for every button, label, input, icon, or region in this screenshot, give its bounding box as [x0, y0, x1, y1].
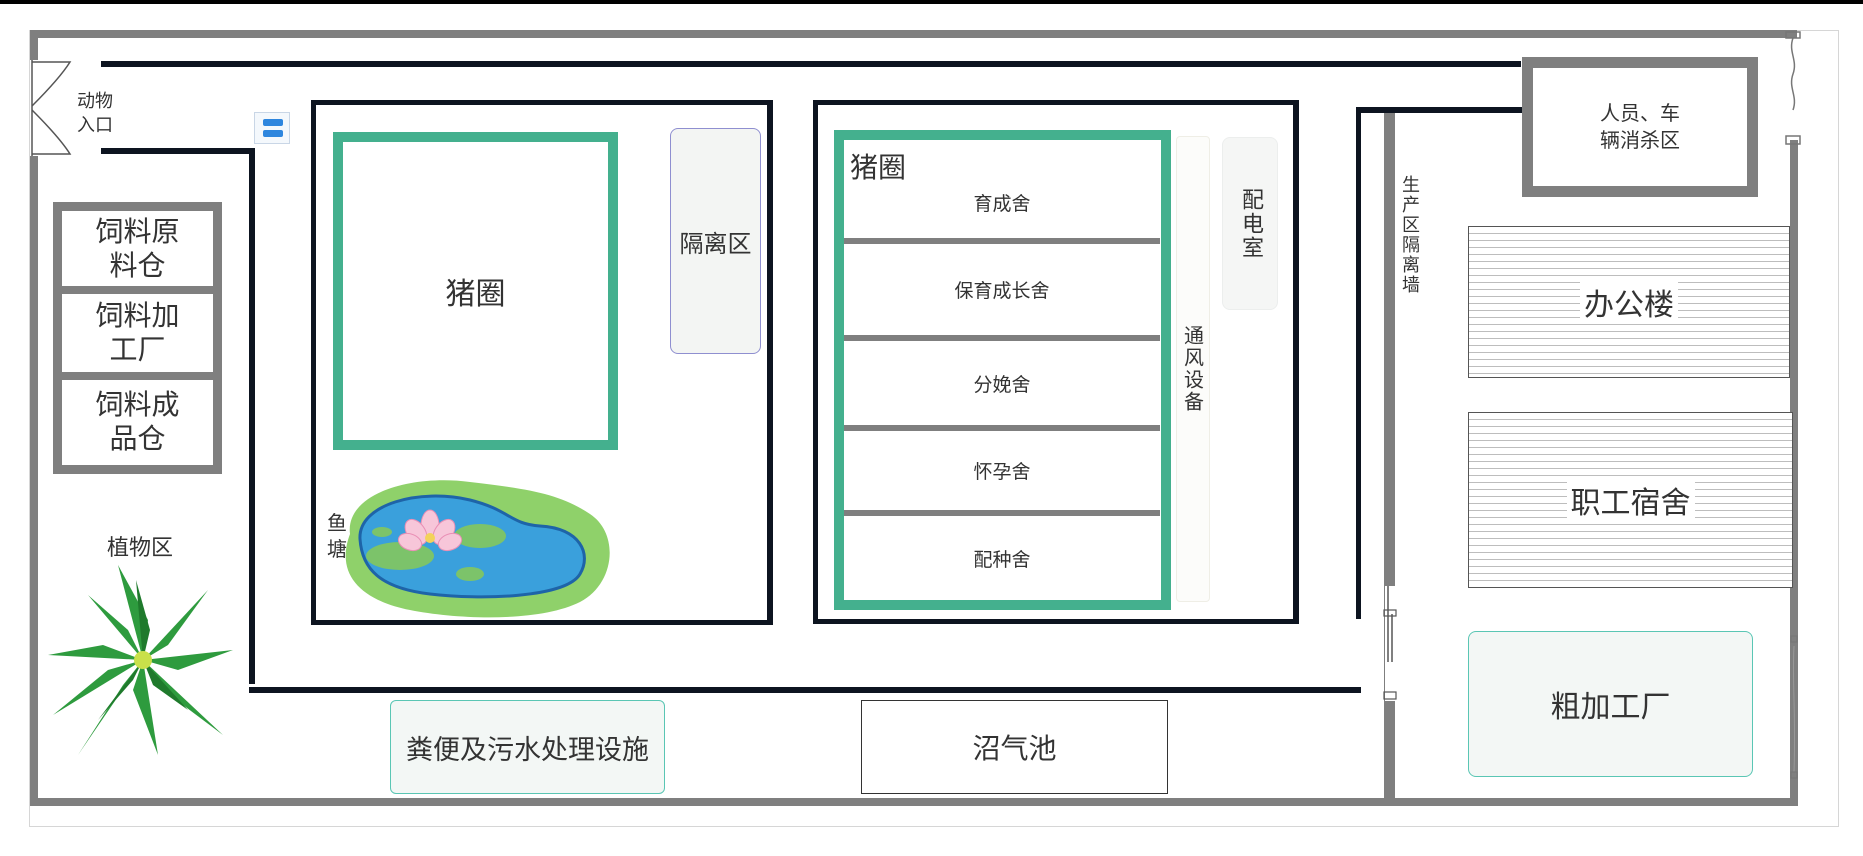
- server-icon: [254, 112, 290, 144]
- barn-gestation: 怀孕舍: [973, 461, 1031, 483]
- feed-factory: 饲料加 工厂: [95, 299, 180, 366]
- plant-icon: [48, 565, 233, 755]
- right-compound-top: [813, 100, 1299, 105]
- ventilation-equipment: 通风设备: [1176, 136, 1210, 602]
- road-wall-right: [1356, 107, 1361, 619]
- page-frame: [0, 0, 1863, 4]
- manure-treatment-label: 粪便及污水处理设施: [406, 734, 649, 766]
- left-compound-top: [311, 100, 771, 105]
- right-compound-right: [1293, 100, 1299, 624]
- right-compound-left: [813, 100, 818, 624]
- feed-divider: [53, 372, 222, 380]
- road-wall-entrance: [101, 148, 255, 154]
- isolation-area: 隔离区: [670, 128, 761, 354]
- pigpen-left-label: 猪圈: [445, 277, 506, 312]
- boundary-bottom: [30, 798, 1798, 806]
- feed-product-warehouse: 饲料成 品仓: [95, 388, 180, 455]
- isolation-area-label: 隔离区: [679, 229, 752, 258]
- barn-breeding: 配种舍: [973, 548, 1031, 571]
- left-compound-left: [311, 100, 316, 624]
- barn-farrowing: 分娩舍: [973, 373, 1031, 396]
- barn-nursery: 保育成长舍: [954, 280, 1050, 302]
- feed-raw-warehouse: 饲料原 料仓: [95, 215, 180, 282]
- left-compound-bottom: [311, 620, 773, 625]
- left-compound-right: [767, 100, 773, 624]
- pond-icon: [345, 480, 610, 618]
- biogas-tank: 沼气池: [861, 700, 1168, 794]
- plant-area-label: 植物区: [106, 536, 173, 561]
- disinfection-area-label: 人员、车 辆消杀区: [1600, 101, 1680, 152]
- staff-dorm-label: 职工宿舍: [1566, 478, 1695, 522]
- biogas-tank-label: 沼气池: [972, 732, 1057, 765]
- barn-rearing: 育成舍: [973, 192, 1031, 215]
- road-wall-left: [249, 148, 255, 684]
- boundary-top: [30, 30, 1797, 38]
- boundary-left-lower: [30, 156, 38, 806]
- production-wall-label: 生产区隔离墙: [1399, 175, 1420, 295]
- gate-hinge-icon: [1790, 635, 1798, 779]
- right-compound-bottom: [813, 619, 1299, 624]
- staff-dormitory: 职工宿舍: [1468, 412, 1793, 588]
- pigpen-left: 猪圈: [333, 132, 618, 450]
- power-room: 配电室: [1222, 137, 1278, 310]
- animal-entrance-label: 动物 入口: [77, 91, 113, 136]
- feed-divider: [53, 286, 222, 294]
- disinfection-area: 人员、车 辆消杀区: [1522, 57, 1758, 197]
- office-building-label: 办公楼: [1580, 280, 1678, 324]
- wall-gate-icon: [1383, 586, 1397, 701]
- pigpen-right-label: 猪圈: [850, 151, 907, 184]
- rough-processing-plant: 粗加工厂: [1468, 631, 1753, 777]
- manure-treatment-facility: 粪便及污水处理设施: [390, 700, 665, 794]
- gate-hinge-icon: [1785, 31, 1801, 145]
- road-wall-right-top: [1356, 107, 1522, 113]
- office-building: 办公楼: [1468, 226, 1790, 378]
- ventilation-label: 通风设备: [1180, 325, 1205, 413]
- boundary-left-upper: [30, 30, 38, 60]
- road-wall-bottom: [249, 687, 1361, 693]
- power-room-label: 配电室: [1238, 187, 1263, 260]
- road-wall-top: [101, 61, 1521, 67]
- rough-processing-label: 粗加工厂: [1550, 690, 1671, 725]
